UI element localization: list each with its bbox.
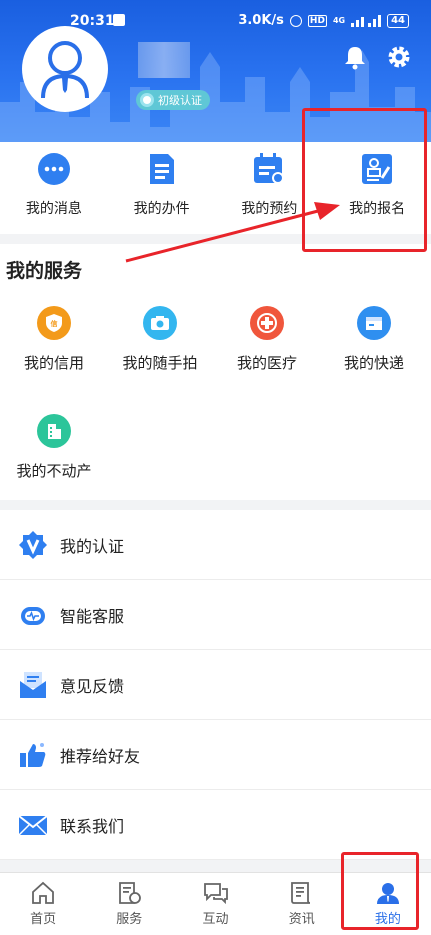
menu-item-label: 我的认证 <box>60 536 125 556</box>
service-snapshot[interactable]: 我的随手拍 <box>106 306 214 373</box>
section-title: 我的服务 <box>6 260 83 282</box>
menu-item-label: 意见反馈 <box>60 676 125 696</box>
building-icon <box>37 414 71 448</box>
tab-label: 服务 <box>116 912 143 927</box>
tab-label: 资讯 <box>288 912 315 927</box>
medical-icon <box>250 306 284 340</box>
medal-icon <box>140 93 154 107</box>
thumbs-up-icon <box>18 740 48 770</box>
service-label: 我的随手拍 <box>122 354 198 372</box>
tab-label: 首页 <box>30 912 57 927</box>
service-real-estate[interactable]: 我的不动产 <box>0 414 108 481</box>
mail-open-icon <box>18 670 48 700</box>
menu-item-verification[interactable]: 我的认证 <box>0 510 431 580</box>
menu-item-customer-service[interactable]: 智能客服 <box>0 580 431 650</box>
menu-item-recommend[interactable]: 推荐给好友 <box>0 720 431 790</box>
package-icon <box>357 306 391 340</box>
service-label: 我的信用 <box>23 354 84 372</box>
battery-level: 44 <box>387 13 409 28</box>
document-icon <box>145 152 179 186</box>
service-label: 我的快递 <box>343 354 404 372</box>
tab-interact[interactable]: 互动 <box>172 873 258 935</box>
username-blurred <box>138 42 190 78</box>
chat-icon <box>37 152 71 186</box>
quick-item-label: 我的办件 <box>133 201 190 217</box>
alarm-icon <box>289 14 302 27</box>
network-type: 4G <box>332 16 346 25</box>
quick-item-label: 我的消息 <box>25 201 82 217</box>
quick-item-cases[interactable]: 我的办件 <box>108 142 216 234</box>
gear-icon[interactable] <box>386 44 412 70</box>
interact-icon <box>203 883 228 905</box>
my-services-section: 我的服务 信 我的信用 我的随手拍 我的医疗 我的快递 我的不动产 <box>0 244 431 500</box>
service-credit[interactable]: 信 我的信用 <box>0 306 108 373</box>
service-icon <box>119 882 142 904</box>
camera-icon <box>143 306 177 340</box>
bell-icon[interactable] <box>342 44 368 70</box>
signal-icon <box>351 14 382 27</box>
avatar[interactable] <box>22 26 108 112</box>
service-medical[interactable]: 我的医疗 <box>213 306 321 373</box>
service-label: 我的不动产 <box>16 462 92 480</box>
status-time: 20:31 <box>70 13 115 29</box>
svg-text:信: 信 <box>51 319 58 328</box>
tab-home[interactable]: 首页 <box>0 873 86 935</box>
verify-icon <box>18 530 48 560</box>
user-avatar-icon <box>41 41 89 99</box>
service-label: 我的医疗 <box>236 354 297 372</box>
news-icon <box>290 882 310 904</box>
menu-item-feedback[interactable]: 意见反馈 <box>0 650 431 720</box>
tab-label: 互动 <box>202 912 229 927</box>
home-icon <box>32 881 54 904</box>
network-speed: 3.0K/s <box>238 13 284 28</box>
tab-news[interactable]: 资讯 <box>259 873 345 935</box>
calendar-icon <box>252 152 286 186</box>
robot-icon <box>18 600 48 630</box>
verification-badge[interactable]: 初级认证 <box>136 90 210 110</box>
highlight-box-signup <box>302 108 427 252</box>
menu-item-label: 智能客服 <box>60 606 125 626</box>
tab-services[interactable]: 服务 <box>86 873 172 935</box>
page: 20:31 3.0K/s HD 4G 44 初级认证 我的消息 我的办件 我的预… <box>0 0 431 935</box>
service-express[interactable]: 我的快递 <box>320 306 428 373</box>
highlight-box-my-tab <box>341 852 419 930</box>
envelope-icon <box>18 810 48 840</box>
quick-item-messages[interactable]: 我的消息 <box>0 142 108 234</box>
menu-item-label: 推荐给好友 <box>60 746 141 766</box>
menu-item-label: 联系我们 <box>60 816 125 836</box>
hd-icon: HD <box>307 14 327 27</box>
shield-icon: 信 <box>37 306 71 340</box>
verification-level: 初级认证 <box>158 94 202 107</box>
menu-item-contact[interactable]: 联系我们 <box>0 790 431 860</box>
quick-item-label: 我的预约 <box>241 201 298 217</box>
app-notification-icon <box>113 14 125 26</box>
settings-menu: 我的认证 智能客服 意见反馈 推荐给好友 联系我们 <box>0 510 431 860</box>
